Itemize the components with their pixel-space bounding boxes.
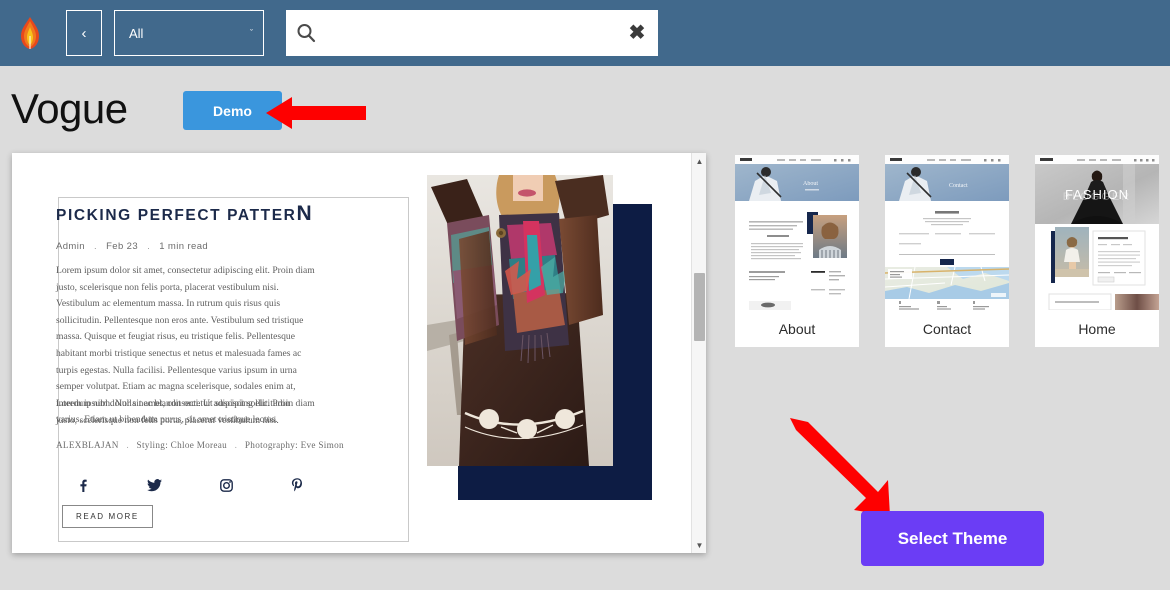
arrow-pointing-to-select-theme-button	[790, 418, 905, 518]
scroll-up-arrow-icon[interactable]: ▲	[692, 153, 706, 169]
top-toolbar: ‹ All ˇ ✖	[0, 0, 1170, 66]
article-paragraph-2: Lorem ipsum dolor sit amet, consectetur …	[56, 398, 315, 426]
thumbnail-about-label: About	[735, 310, 859, 347]
credit-separator-1: .	[126, 440, 129, 450]
thumbnail-home[interactable]: BLOGGER FASHION Home	[1035, 155, 1159, 347]
preview-viewport: PICKING PERFECT PATTERN Admin . Feb 23 .…	[12, 153, 692, 553]
thumbnail-about-screenshot: About	[735, 155, 859, 310]
twitter-icon[interactable]	[147, 478, 162, 497]
theme-header: Vogue Demo	[0, 66, 1170, 152]
theme-page-thumbnails: About About Contact Contact BLOGGER FASH…	[735, 155, 1159, 347]
close-icon[interactable]: ✖	[628, 23, 646, 43]
article-meta: Admin . Feb 23 . 1 min read	[56, 241, 208, 252]
meta-separator-2: .	[147, 241, 151, 252]
search-icon	[296, 23, 316, 43]
theme-preview-panel: PICKING PERFECT PATTERN Admin . Feb 23 .…	[12, 153, 706, 553]
article-title-main: PICKING PERFECT PATTER	[56, 207, 297, 224]
article-credits: ALEXBLAJAN . Styling: Chloe Moreau . Pho…	[56, 440, 344, 450]
instagram-icon[interactable]	[220, 478, 233, 497]
article-title-last-letter: N	[296, 202, 312, 225]
scrollbar-thumb[interactable]	[694, 273, 705, 341]
scroll-down-arrow-icon[interactable]: ▼	[692, 537, 706, 553]
hero-photo	[427, 175, 613, 466]
credit-author: ALEXBLAJAN	[56, 440, 119, 450]
pinterest-icon[interactable]	[291, 478, 304, 497]
flame-logo-icon	[19, 16, 41, 50]
thumbnail-about[interactable]: About About	[735, 155, 859, 347]
thumbnail-contact[interactable]: Contact Contact	[885, 155, 1009, 347]
app-logo[interactable]	[6, 16, 54, 50]
thumbnail-home-screenshot: BLOGGER FASHION	[1035, 155, 1159, 310]
thumbnail-contact-label: Contact	[885, 310, 1009, 347]
back-chevron-icon: ‹	[81, 24, 87, 42]
credit-separator-2: .	[234, 440, 238, 450]
category-filter-value: All	[129, 25, 144, 41]
category-filter-dropdown[interactable]: All ˇ	[114, 10, 264, 56]
svg-text:FASHION: FASHION	[1065, 187, 1129, 202]
article-date: Feb 23	[106, 241, 139, 252]
search-bar[interactable]: ✖	[286, 10, 658, 56]
credit-photography: Photography: Eve Simon	[244, 440, 344, 450]
page-title: Vogue	[11, 85, 128, 132]
preview-scrollbar[interactable]: ▲ ▼	[691, 153, 706, 553]
svg-text:Contact: Contact	[949, 183, 968, 189]
chevron-down-icon: ˇ	[250, 28, 253, 38]
article-author: Admin	[56, 241, 85, 252]
article-hero-collage	[427, 175, 652, 500]
credit-styling: Styling: Chloe Moreau	[136, 440, 228, 450]
thumbnail-home-label: Home	[1035, 310, 1159, 347]
article-title: PICKING PERFECT PATTERN	[56, 202, 312, 226]
demo-button[interactable]: Demo	[183, 91, 282, 130]
facebook-icon[interactable]	[76, 479, 89, 497]
read-more-button[interactable]: READ MORE	[62, 505, 153, 528]
back-button[interactable]: ‹	[66, 10, 102, 56]
search-input[interactable]	[324, 10, 628, 56]
article-social-links	[76, 478, 304, 497]
thumbnail-contact-screenshot: Contact	[885, 155, 1009, 310]
select-theme-button[interactable]: Select Theme	[861, 511, 1044, 566]
svg-text:About: About	[803, 181, 818, 187]
article-read-time: 1 min read	[159, 241, 209, 252]
app-root: ‹ All ˇ ✖ Vogue Demo PICKING PERFECT PAT…	[0, 0, 1170, 590]
meta-separator-1: .	[93, 241, 98, 252]
